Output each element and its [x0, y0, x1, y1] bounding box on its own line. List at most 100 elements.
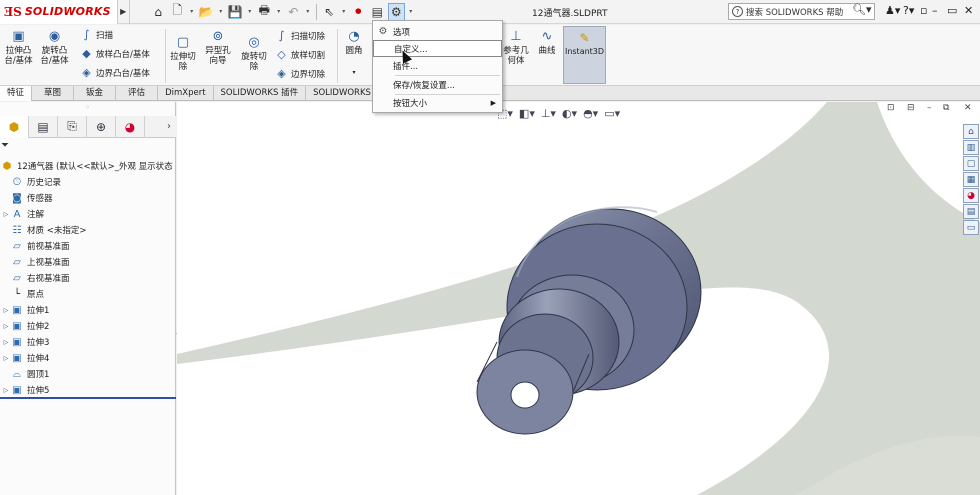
- close-icon[interactable]: ✕: [964, 4, 973, 17]
- tab-evaluate[interactable]: 评估: [116, 86, 159, 101]
- fillet-button[interactable]: ◔ 圆角 ▾: [341, 29, 367, 78]
- view-settings-icon[interactable]: ▭▾: [604, 107, 620, 120]
- viewport-minimize-icon[interactable]: –: [927, 103, 932, 113]
- tree-item-material[interactable]: ☷ 材质 <未指定>: [0, 222, 176, 238]
- home-icon[interactable]: ⌂: [150, 3, 167, 21]
- tree-root[interactable]: ⬢ 12通气器 (默认<<默认>_外观 显示状态: [0, 158, 176, 174]
- sweep-cut-button[interactable]: ∫ 扫描切除: [275, 29, 325, 42]
- tab-dimxpert[interactable]: DimXpert: [158, 86, 214, 101]
- rebuild-traffic-light-icon[interactable]: ⏺: [350, 3, 367, 21]
- solidworks-logo[interactable]: ƎS SOLIDWORKS: [0, 0, 118, 24]
- tree-item-top-plane[interactable]: ▱ 上视基准面: [0, 254, 176, 270]
- options-dropdown-icon[interactable]: ▾: [407, 8, 415, 15]
- panel-grip-icon[interactable]: ◦: [0, 102, 175, 115]
- pin-icon[interactable]: ▫: [920, 4, 927, 17]
- menu-expand-arrow[interactable]: ▶: [118, 0, 130, 24]
- select-dropdown-icon[interactable]: ▾: [340, 8, 348, 15]
- undo-icon[interactable]: ↶: [285, 3, 302, 21]
- help-menu-icon[interactable]: ?▾: [903, 4, 914, 17]
- user-icon[interactable]: ♟▾: [885, 4, 900, 17]
- curves-button[interactable]: ∿ 曲线: [534, 29, 560, 56]
- hide-show-items-icon[interactable]: ⊥▾: [541, 107, 556, 120]
- print-icon[interactable]: 🖶: [256, 3, 273, 21]
- tab-sheet-metal[interactable]: 钣金: [74, 86, 117, 101]
- graphics-area[interactable]: ⬚▾ ◧▾ ⊥▾ ◐▾ ◓▾ ▭▾ ⊡ ⊟ – ⧉ ✕: [177, 102, 980, 495]
- tree-item-extrude1[interactable]: ▷ ▣ 拉伸1: [0, 302, 176, 318]
- tree-item-right-plane[interactable]: ▱ 右视基准面: [0, 270, 176, 286]
- select-pointer-icon[interactable]: ⇖: [321, 3, 338, 21]
- tree-item-sensors[interactable]: ◙ 传感器: [0, 190, 176, 206]
- custom-properties-icon[interactable]: ▤: [963, 204, 979, 219]
- display-style-icon[interactable]: ◧▾: [519, 107, 535, 120]
- menu-item-save-restore-settings[interactable]: 保存/恢复设置...: [373, 76, 502, 93]
- extrude-boss-button[interactable]: ▣ 拉伸凸台/基体: [2, 29, 35, 66]
- loft-boss-button[interactable]: ◆ 放样凸台/基体: [80, 47, 150, 60]
- expand-arrow-icon[interactable]: ▷: [2, 387, 10, 394]
- menu-item-addins[interactable]: 插件...: [373, 57, 502, 74]
- tree-item-extrude5[interactable]: ▷ ▣ 拉伸5: [0, 382, 176, 398]
- minimize-icon[interactable]: –: [932, 4, 938, 17]
- view-palette-icon[interactable]: ▦: [963, 172, 979, 187]
- boundary-cut-button[interactable]: ◈ 边界切除: [275, 67, 325, 80]
- file-explorer-icon[interactable]: ▢: [963, 156, 979, 171]
- expand-arrow-icon[interactable]: ▷: [2, 339, 10, 346]
- tab-features[interactable]: 特征: [0, 86, 33, 101]
- new-dropdown-icon[interactable]: ▾: [188, 8, 196, 15]
- sweep-button[interactable]: ∫ 扫描: [80, 28, 113, 41]
- viewport-close-icon[interactable]: ✕: [964, 103, 972, 113]
- expand-arrow-icon[interactable]: ▷: [2, 355, 10, 362]
- extrude-cut-button[interactable]: ▢ 拉伸切除: [168, 35, 198, 72]
- dimxpert-manager-tab-icon[interactable]: ⊕: [87, 115, 116, 138]
- print-dropdown-icon[interactable]: ▾: [275, 8, 283, 15]
- fillet-dropdown-icon[interactable]: ▾: [341, 68, 367, 78]
- tree-item-history[interactable]: 🕓︎ 历史记录: [0, 174, 176, 190]
- save-dropdown-icon[interactable]: ▾: [246, 8, 254, 15]
- revolve-boss-button[interactable]: ◉ 旋转凸台/基体: [38, 29, 71, 66]
- forum-icon[interactable]: ▭: [963, 220, 979, 235]
- apply-scene-icon[interactable]: ◓▾: [583, 107, 598, 120]
- property-manager-tab-icon[interactable]: ▤: [29, 115, 58, 138]
- new-document-icon[interactable]: 🗋: [169, 3, 186, 21]
- boundary-boss-button[interactable]: ◈ 边界凸台/基体: [80, 66, 150, 79]
- open-dropdown-icon[interactable]: ▾: [217, 8, 225, 15]
- tab-solidworks-addins[interactable]: SOLIDWORKS 插件: [214, 86, 307, 101]
- menu-item-button-size[interactable]: 按钮大小 ▶: [373, 94, 502, 111]
- menu-item-customize[interactable]: 自定义...: [373, 40, 502, 57]
- restore-icon[interactable]: ▭: [947, 4, 957, 17]
- filter-icon[interactable]: ⏷: [1, 140, 9, 151]
- search-icon[interactable]: 🔍︎▾: [852, 3, 872, 16]
- viewport-tile-icon[interactable]: ⊟: [907, 103, 915, 113]
- configuration-manager-tab-icon[interactable]: ⎘: [58, 115, 87, 138]
- open-folder-icon[interactable]: 📂: [198, 3, 215, 21]
- reference-geometry-button[interactable]: ⊥ 参考几何体: [501, 29, 531, 66]
- file-properties-icon[interactable]: ▤: [369, 3, 386, 21]
- rollback-bar[interactable]: [0, 397, 176, 399]
- expand-arrow-icon[interactable]: ▷: [2, 307, 10, 314]
- hole-wizard-button[interactable]: ⊚ 异型孔向导: [202, 29, 234, 66]
- design-library-icon[interactable]: ▥: [963, 140, 979, 155]
- expand-arrow-icon[interactable]: ▷: [2, 323, 10, 330]
- undo-dropdown-icon[interactable]: ▾: [304, 8, 312, 15]
- instant3d-button[interactable]: ✎ Instant3D: [563, 26, 606, 84]
- appearances-icon[interactable]: ◕: [963, 188, 979, 203]
- tree-item-origin[interactable]: └ 原点: [0, 286, 176, 302]
- tree-item-extrude2[interactable]: ▷ ▣ 拉伸2: [0, 318, 176, 334]
- viewport-restore-icon[interactable]: ⊡: [887, 103, 895, 113]
- tree-item-front-plane[interactable]: ▱ 前视基准面: [0, 238, 176, 254]
- viewport-maximize-icon[interactable]: ⧉: [943, 103, 949, 113]
- revolve-cut-button[interactable]: ◎ 旋转切除: [238, 35, 270, 72]
- solidworks-resources-icon[interactable]: ⌂: [963, 124, 979, 139]
- tree-item-extrude4[interactable]: ▷ ▣ 拉伸4: [0, 350, 176, 366]
- feature-manager-tab-icon[interactable]: ⬢: [0, 115, 29, 138]
- more-tabs-chevron-icon[interactable]: ›: [162, 121, 176, 132]
- loft-cut-button[interactable]: ◇ 放样切割: [275, 48, 325, 61]
- save-icon[interactable]: 💾: [227, 3, 244, 21]
- tree-item-annotations[interactable]: ▷ A 注解: [0, 206, 176, 222]
- options-gear-icon[interactable]: ⚙: [387, 2, 405, 21]
- tree-item-extrude3[interactable]: ▷ ▣ 拉伸3: [0, 334, 176, 350]
- menu-item-options[interactable]: ⚙ 选项: [373, 23, 502, 40]
- expand-arrow-icon[interactable]: ▷: [2, 211, 10, 218]
- display-manager-tab-icon[interactable]: ◕: [116, 115, 145, 138]
- edit-appearance-icon[interactable]: ◐▾: [562, 107, 577, 120]
- tree-item-dome1[interactable]: ⌓ 圆顶1: [0, 366, 176, 382]
